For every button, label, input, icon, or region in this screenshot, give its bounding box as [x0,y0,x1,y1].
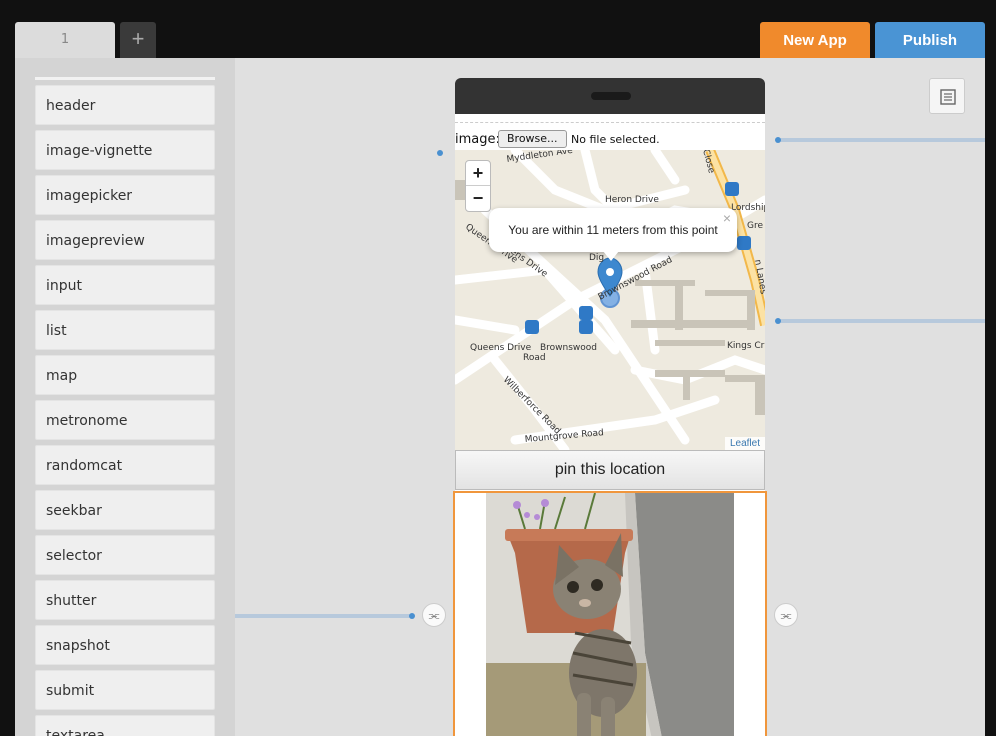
drop-zone-divider [455,122,765,123]
output-port-icon[interactable]: ⫘ [774,603,798,627]
popup-text: You are within 11 meters from this point [508,223,718,237]
wire-mid-right [779,319,985,323]
component-list: header image-vignette imagepicker imagep… [35,85,215,736]
map-attribution[interactable]: Leaflet [724,437,765,450]
new-app-button[interactable]: New App [760,22,870,58]
zoom-out-button[interactable]: − [466,186,490,211]
svg-text:Gre: Gre [747,221,763,231]
wire-endpoint [775,137,781,143]
popup-tip [603,251,619,261]
sidebar-item-randomcat[interactable]: randomcat [35,445,215,485]
publish-button[interactable]: Publish [875,22,985,58]
workspace: header image-vignette imagepicker imagep… [15,58,985,736]
sidebar-item-list[interactable]: list [35,310,215,350]
randomcat-image[interactable] [453,491,767,736]
sidebar-item-image-vignette[interactable]: image-vignette [35,130,215,170]
sidebar-item-metronome[interactable]: metronome [35,400,215,440]
list-view-icon[interactable] [929,78,965,114]
map-zoom-control: + − [465,160,491,212]
map-view[interactable]: Myddleton Ave Heron Drive Queens Drive Q… [455,150,765,450]
wire-endpoint [409,613,415,619]
wire-bottom-left [235,614,411,618]
wire-endpoint [437,150,443,156]
svg-text:Dig: Dig [589,253,604,263]
wire-endpoint [775,318,781,324]
svg-text:Lordship Park: Lordship Park [731,203,765,213]
map-tiles: Myddleton Ave Heron Drive Queens Drive Q… [455,150,765,450]
file-input-row: image: Browse... No file selected. [455,130,765,150]
output-port-icon[interactable]: ⫘ [422,603,446,627]
close-icon[interactable]: × [723,210,731,226]
svg-text:Brownswood: Brownswood [540,343,597,353]
sidebar-item-seekbar[interactable]: seekbar [35,490,215,530]
cat-photo [455,493,765,736]
file-input-label: image: [455,132,500,147]
phone-screen: image: Browse... No file selected. Myddl… [453,114,767,736]
location-popup: You are within 11 meters from this point… [489,208,737,252]
add-tab-button[interactable]: + [120,22,156,58]
sidebar-item-shutter[interactable]: shutter [35,580,215,620]
tab-1[interactable]: 1 [15,22,115,58]
sidebar-item-imagepreview[interactable]: imagepreview [35,220,215,260]
sidebar-item-submit[interactable]: submit [35,670,215,710]
svg-text:Heron Drive: Heron Drive [605,195,659,205]
svg-text:Road: Road [523,353,546,363]
sidebar-item-map[interactable]: map [35,355,215,395]
sidebar-item-header[interactable]: header [35,85,215,125]
sidebar-item-input[interactable]: input [35,265,215,305]
sidebar-item-snapshot[interactable]: snapshot [35,625,215,665]
top-bar: 1 + New App Publish [0,0,996,58]
svg-text:Queens Drive: Queens Drive [470,343,532,353]
browse-button[interactable]: Browse... [498,130,567,148]
component-sidebar: header image-vignette imagepicker imagep… [15,58,235,736]
phone-header [455,78,765,114]
phone-preview: image: Browse... No file selected. Myddl… [453,78,767,736]
sidebar-item-imagepicker[interactable]: imagepicker [35,175,215,215]
wire-top-right [779,138,985,142]
zoom-in-button[interactable]: + [466,161,490,186]
phone-speaker [591,92,631,100]
pin-location-button[interactable]: pin this location [455,450,765,490]
sidebar-item-selector[interactable]: selector [35,535,215,575]
sidebar-divider [35,77,215,80]
svg-text:Kings Cr: Kings Cr [727,341,765,351]
file-status: No file selected. [571,133,660,146]
sidebar-item-textarea[interactable]: textarea [35,715,215,736]
